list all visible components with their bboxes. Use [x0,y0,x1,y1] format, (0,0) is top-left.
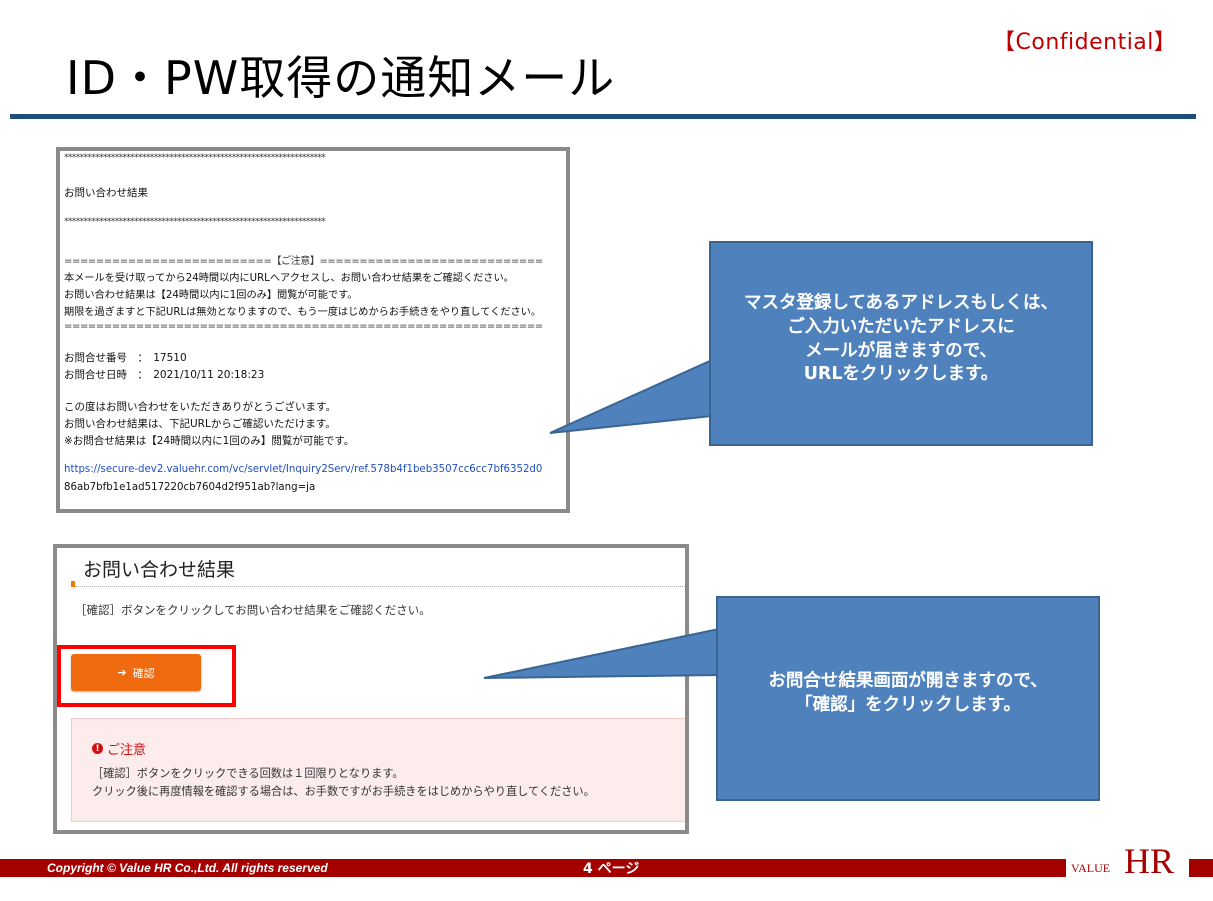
email-text-line: 本メールを受け取ってから24時間以内にURLへアクセスし、お問い合わせ結果をご確… [64,273,514,284]
callout-1-pointer [549,358,713,434]
logo-value-text: VALUE [1071,861,1111,875]
email-text-line: お問い合わせ結果は、下記URLからご確認いただけます。 [64,418,336,430]
email-text-line: お問い合わせ結果は【24時間以内に1回のみ】閲覧が可能です。 [64,290,358,301]
email-url-link[interactable]: https://secure-dev2.valuehr.com/vc/servl… [64,464,542,475]
callout-line: メールが届きますので、 [805,340,997,361]
notice-box: ! ご注意 ［確認］ボタンをクリックできる回数は１回限りとなります。 クリック後… [71,718,685,822]
callout-line: URLをクリックします。 [803,364,999,385]
confirm-highlight-box [57,645,236,707]
email-text-line: ※お問合せ結果は【24時間以内に1回のみ】閲覧が可能です。 [64,435,355,447]
email-inquiry-datetime: お問合せ日時 ： 2021/10/11 20:18:23 [64,369,265,381]
exclamation-icon: ! [92,743,103,754]
notice-title: ! ご注意 [92,739,146,758]
email-url-continuation[interactable]: 86ab7bfb1e1ad517220cb7604d2f951ab?lang=j… [64,482,315,493]
email-separator: ========================================… [64,321,543,332]
email-text-line: 期限を過ぎますと下記URLは無効となりますので、もう一度はじめからお手続きをやり… [64,307,542,318]
notice-title-text: ご注意 [107,743,147,758]
result-page-title: お問い合わせ結果 [83,559,236,581]
callout-confirm: お問合せ結果画面が開きますので、 「確認」をクリックします。 [716,596,1100,801]
copyright-text: Copyright © Value HR Co.,Ltd. All rights… [47,861,328,875]
email-notice-header: ==========================【ご注意】=========… [64,256,543,267]
email-inquiry-number: お問合せ番号 ： 17510 [64,352,187,364]
email-heading: お問い合わせ結果 [64,187,148,199]
logo-square [1189,859,1203,877]
email-separator: ****************************************… [64,153,326,163]
notice-text-line: クリック後に再度情報を確認する場合は、お手数ですがお手続きをはじめからやり直して… [92,785,595,798]
callout-line: 「確認」をクリックします。 [795,694,1021,715]
page-number: 4 ページ [583,861,640,877]
email-text-line: この度はお問い合わせをいただきありがとうございます。 [64,401,336,413]
slide-title: ID・PW取得の通知メール [66,51,616,105]
notice-text-line: ［確認］ボタンをクリックできる回数は１回限りとなります。 [92,767,404,780]
confidential-label: 【Confidential】 [993,30,1177,55]
callout-line: ご入力いただいたアドレスに [787,316,1015,337]
result-instruction: ［確認］ボタンをクリックしてお問い合わせ結果をご確認ください。 [75,603,431,617]
title-underline [75,586,685,587]
callout-email-url: マスタ登録してあるアドレスもしくは、 ご入力いただいたアドレスに メールが届きま… [709,241,1093,446]
email-separator: ****************************************… [64,217,326,227]
callout-line: お問合せ結果画面が開きますので、 [768,670,1048,691]
logo-hr-text: HR [1124,841,1175,881]
title-divider [10,114,1196,119]
email-screenshot: ****************************************… [56,147,570,513]
callout-line: マスタ登録してあるアドレスもしくは、 [744,293,1058,314]
